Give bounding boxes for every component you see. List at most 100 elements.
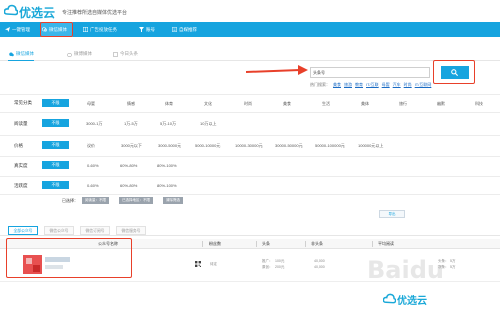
filter-option[interactable]: 议价 bbox=[87, 143, 95, 149]
hot-link[interactable]: 教育 bbox=[355, 82, 363, 87]
tab-weibo-media[interactable]: 微博媒体 bbox=[66, 47, 92, 61]
paper-plane-icon bbox=[5, 27, 10, 32]
hot-link[interactable]: 母婴 bbox=[382, 82, 390, 87]
nonhead-value: 40,000 bbox=[314, 265, 325, 269]
hot-search: 热门搜索： 美食 旅游 教育 IT/互联 母婴 汽车 时尚 IT/互联网 bbox=[310, 82, 432, 87]
main-nav: 一键管理 微信媒体 广告投放任务 账号 自媒推荐 bbox=[0, 22, 500, 37]
filter-option[interactable]: 旅行 bbox=[399, 101, 407, 107]
filter-option[interactable]: 5万-10万 bbox=[160, 121, 176, 127]
filter-option-unlimited[interactable]: 不限 bbox=[42, 119, 69, 127]
column-divider bbox=[202, 241, 203, 247]
filter-option[interactable]: 幽默 bbox=[437, 101, 445, 107]
column-header: 平均阅读 bbox=[378, 241, 394, 246]
filter-option[interactable]: 10000-30000元 bbox=[235, 143, 263, 149]
brand-name: 优选云 bbox=[19, 6, 56, 20]
hot-link[interactable]: IT/互联网 bbox=[415, 82, 432, 87]
filter-option[interactable]: 美食 bbox=[283, 101, 291, 107]
export-button[interactable]: 导出 bbox=[379, 210, 405, 218]
head-price: 200元 bbox=[275, 265, 285, 269]
fans-count: 待定 bbox=[210, 262, 217, 266]
filter-option-unlimited[interactable]: 不限 bbox=[42, 181, 69, 189]
nav-item-account[interactable]: 账号 bbox=[138, 22, 155, 37]
filter-option[interactable]: 母婴 bbox=[87, 101, 95, 107]
filter-option[interactable]: 时尚 bbox=[244, 101, 252, 107]
annotation-arrow-icon bbox=[246, 65, 308, 75]
filter-option[interactable]: 50000-100000元 bbox=[315, 143, 345, 149]
result-tab[interactable]: 微信公众号 bbox=[44, 226, 74, 235]
filter-option[interactable]: 30000-50000元 bbox=[275, 143, 303, 149]
nav-item-recommend[interactable]: 自媒推荐 bbox=[171, 22, 197, 37]
wechat-icon bbox=[9, 52, 14, 56]
filter-option[interactable]: 5000-10000元 bbox=[195, 143, 220, 149]
qr-code-icon[interactable] bbox=[195, 261, 201, 267]
filter-option[interactable]: 0-60% bbox=[87, 183, 99, 188]
filter-option-unlimited[interactable]: 不限 bbox=[42, 161, 69, 169]
watermark: Baidu bbox=[367, 256, 444, 284]
column-divider bbox=[256, 241, 257, 247]
filter-option[interactable]: 3000元以下 bbox=[121, 143, 142, 149]
filter-option[interactable]: 情感 bbox=[127, 101, 135, 107]
filter-option-unlimited[interactable]: 不限 bbox=[42, 99, 69, 107]
column-header: 头条 bbox=[262, 241, 270, 246]
result-tabs: 全部公众号 微信公众号 微信订阅号 微信服务号 bbox=[0, 225, 500, 236]
search-box bbox=[310, 67, 430, 78]
nav-item-ad-tasks[interactable]: 广告投放任务 bbox=[82, 22, 117, 37]
filter-label: 活跃度 bbox=[14, 183, 28, 188]
hot-link[interactable]: 时尚 bbox=[404, 82, 412, 87]
filter-row-activity: 活跃度 不限 0-60% 60%-80% 80%-100% bbox=[0, 176, 500, 194]
top-header: 优选云 专注推荐所选自媒体优选平台 bbox=[0, 0, 500, 22]
highlight-box-account bbox=[6, 238, 132, 278]
filter-option[interactable]: 10万以上 bbox=[200, 121, 216, 127]
filter-option[interactable]: 生活 bbox=[322, 101, 330, 107]
cloud-logo-icon bbox=[383, 293, 396, 304]
filter-option[interactable]: 美体 bbox=[361, 101, 369, 107]
filter-option-unlimited[interactable]: 不限 bbox=[42, 141, 69, 149]
tab-wechat-media[interactable]: 微信媒体 bbox=[8, 47, 34, 61]
filter-option[interactable]: 3000-5000元 bbox=[158, 143, 181, 149]
clear-filters-button[interactable]: 清除筛选 bbox=[163, 197, 183, 204]
avg-read: 5万 bbox=[450, 265, 456, 269]
result-tab-all[interactable]: 全部公众号 bbox=[8, 226, 38, 235]
filter-option[interactable]: 80%-100% bbox=[157, 163, 177, 168]
column-header: 非头条 bbox=[311, 241, 323, 246]
result-tab[interactable]: 微信订阅号 bbox=[80, 226, 110, 235]
search-input[interactable] bbox=[313, 69, 423, 77]
head-price-label: 原创： bbox=[262, 265, 273, 269]
head-price-label: 推广： bbox=[262, 259, 273, 263]
selected-label: 已选择： bbox=[62, 198, 78, 203]
hot-link[interactable]: 汽车 bbox=[393, 82, 401, 87]
logo[interactable]: 优选云 bbox=[4, 3, 59, 20]
filter-option[interactable]: 文化 bbox=[204, 101, 212, 107]
document-icon bbox=[172, 27, 177, 32]
filter-option[interactable]: 科技 bbox=[475, 101, 483, 107]
filter-label: 真实度 bbox=[14, 163, 28, 168]
column-header: 粉丝数 bbox=[209, 241, 221, 246]
head-price: 100元 bbox=[275, 259, 285, 263]
footer-brand-name: 优选云 bbox=[397, 296, 427, 307]
cloud-logo-icon bbox=[4, 4, 18, 16]
filter-row-price: 价格 不限 议价 3000元以下 3000-5000元 5000-10000元 … bbox=[0, 135, 500, 155]
filter-option[interactable]: 60%-80% bbox=[120, 183, 137, 188]
avg-read: 5万 bbox=[450, 259, 456, 263]
hot-link[interactable]: IT/互联 bbox=[366, 82, 379, 87]
filter-option[interactable]: 3000-1万 bbox=[86, 121, 102, 127]
result-tab[interactable]: 微信服务号 bbox=[116, 226, 146, 235]
selected-chip[interactable]: 阅读量：不限 bbox=[82, 197, 109, 204]
grid-icon bbox=[83, 27, 88, 32]
weibo-icon bbox=[67, 52, 72, 57]
selected-chip[interactable]: 已选择地区：不限 bbox=[119, 197, 153, 204]
filter-label: 价格 bbox=[14, 143, 23, 148]
filter-option[interactable]: 体育 bbox=[165, 101, 173, 107]
filter-row-reads: 阅读量 不限 3000-1万 1万-5万 5万-10万 10万以上 bbox=[0, 112, 500, 134]
hot-link[interactable]: 美食 bbox=[333, 82, 341, 87]
hot-link[interactable]: 旅游 bbox=[344, 82, 352, 87]
filter-option[interactable]: 60%-80% bbox=[120, 163, 137, 168]
filter-option[interactable]: 0-60% bbox=[87, 163, 99, 168]
selected-filters: 已选择： bbox=[0, 194, 500, 206]
filter-option[interactable]: 80%-100% bbox=[157, 183, 177, 188]
nav-item-manage[interactable]: 一键管理 bbox=[4, 22, 30, 37]
tab-toutiao[interactable]: 今日头条 bbox=[112, 47, 138, 61]
toutiao-icon bbox=[113, 51, 118, 57]
filter-option[interactable]: 1万-5万 bbox=[124, 121, 138, 127]
filter-option[interactable]: 100000元以上 bbox=[358, 143, 383, 149]
